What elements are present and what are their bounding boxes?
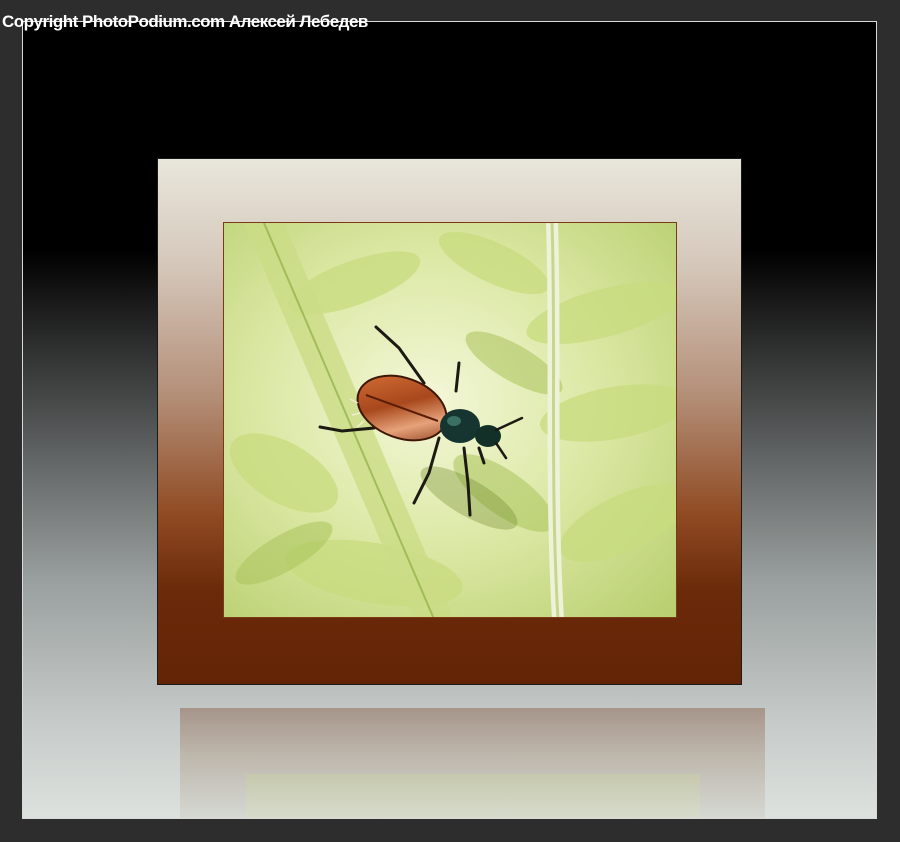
copyright-watermark: Copyright PhotoPodium.com Алексей Лебеде…	[2, 12, 368, 31]
photo-reflection	[246, 774, 700, 818]
framed-photo-page: Copyright PhotoPodium.com Алексей Лебеде…	[0, 0, 900, 842]
beetle-photo	[223, 222, 677, 618]
beetle-illustration	[224, 223, 676, 617]
